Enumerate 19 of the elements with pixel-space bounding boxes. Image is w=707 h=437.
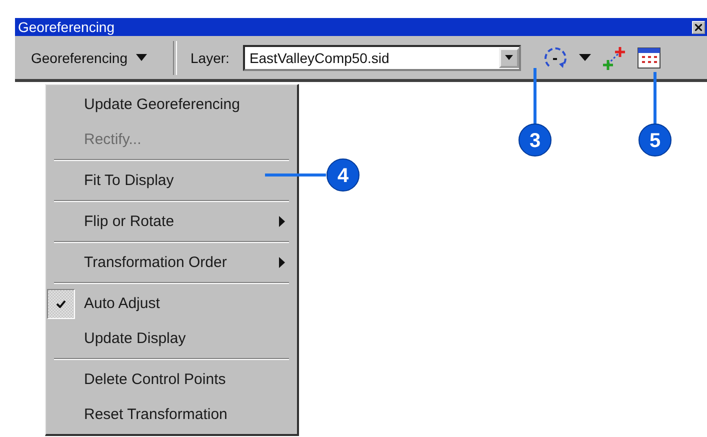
close-button[interactable] (692, 20, 705, 34)
layer-label: Layer: (190, 50, 230, 66)
menu-item[interactable]: Update Display (46, 321, 297, 356)
menu-item[interactable]: Transformation Order (46, 245, 297, 280)
layer-dropdown[interactable]: EastValleyComp50.sid (243, 44, 522, 70)
control-points-icon[interactable] (601, 44, 628, 70)
menu-item[interactable]: Auto Adjust (46, 286, 297, 321)
menu-item[interactable]: Delete Control Points (46, 362, 297, 397)
table-icon[interactable] (637, 46, 662, 68)
menu-item[interactable]: Flip or Rotate (46, 204, 297, 239)
caret-icon[interactable] (579, 54, 592, 61)
caret-icon (136, 54, 147, 61)
menu-item[interactable]: Reset Transformation (46, 397, 297, 432)
menu-item[interactable]: Update Georeferencing (46, 87, 297, 122)
window-title: Georeferencing (18, 19, 116, 35)
georeferencing-menu-button[interactable]: Georeferencing (23, 46, 155, 70)
caret-icon (505, 55, 514, 60)
dropdown-arrow-button[interactable] (499, 48, 520, 68)
close-icon (695, 24, 702, 30)
